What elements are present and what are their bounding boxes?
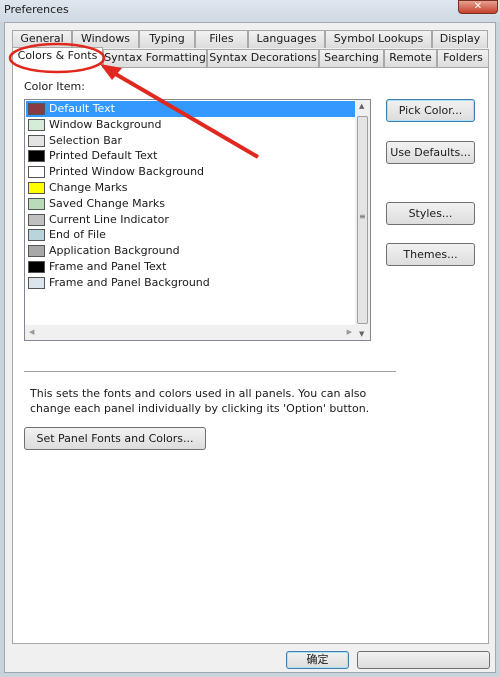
grip-icon: ≡ xyxy=(359,212,366,221)
tab-symbol-lookups[interactable]: Symbol Lookups xyxy=(325,30,432,48)
horizontal-scrollbar[interactable]: ◀ ▶ xyxy=(25,325,356,340)
list-item-label: End of File xyxy=(49,228,106,242)
list-item-label: Default Text xyxy=(49,102,115,115)
color-swatch xyxy=(28,245,45,258)
list-item-label: Change Marks xyxy=(49,181,128,194)
list-item[interactable]: Window Background xyxy=(26,117,356,133)
styles-button[interactable]: Styles... xyxy=(386,202,475,225)
tab-display[interactable]: Display xyxy=(432,30,488,48)
tab-colors-fonts[interactable]: Colors & Fonts xyxy=(12,47,103,68)
color-swatch xyxy=(28,229,45,242)
color-swatch xyxy=(28,150,45,163)
tab-searching[interactable]: Searching xyxy=(319,49,384,67)
list-item[interactable]: Saved Change Marks xyxy=(26,196,356,212)
color-swatch xyxy=(28,103,45,115)
list-item-label: Printed Window Background xyxy=(49,165,205,179)
tab-folders[interactable]: Folders xyxy=(437,49,489,67)
list-item-label: Current Line Indicator xyxy=(49,212,169,226)
list-item-label: Saved Change Marks xyxy=(49,196,165,210)
color-swatch xyxy=(28,213,45,226)
color-swatch xyxy=(28,166,45,179)
tab-languages[interactable]: Languages xyxy=(248,30,325,48)
use-defaults-button[interactable]: Use Defaults... xyxy=(386,141,475,164)
list-item[interactable]: End of File xyxy=(26,227,356,243)
tab-syntax-decorations[interactable]: Syntax Decorations xyxy=(207,49,319,67)
color-item-label: Color Item: xyxy=(24,80,85,93)
secondary-button[interactable] xyxy=(357,651,490,669)
close-icon[interactable]: ✕ xyxy=(458,0,498,14)
color-swatch xyxy=(28,276,45,289)
vertical-scrollbar[interactable]: ▲ ≡ ▼ xyxy=(355,100,370,340)
color-swatch xyxy=(28,134,45,147)
tab-windows[interactable]: Windows xyxy=(72,30,139,48)
list-item[interactable]: Printed Default Text xyxy=(26,148,356,164)
list-item[interactable]: Application Background xyxy=(26,243,356,259)
list-item[interactable]: Printed Window Background xyxy=(26,164,356,180)
list-item-label: Frame and Panel Background xyxy=(49,275,210,289)
tab-remote[interactable]: Remote xyxy=(384,49,437,67)
window-title: Preferences xyxy=(4,3,69,16)
scroll-left-icon[interactable]: ◀ xyxy=(29,328,34,336)
color-swatch xyxy=(28,261,45,273)
list-item-label: Window Background xyxy=(49,117,162,131)
tab-typing[interactable]: Typing xyxy=(139,30,195,48)
scroll-down-icon[interactable]: ▼ xyxy=(359,330,364,338)
pick-color-button[interactable]: Pick Color... xyxy=(386,99,475,122)
ok-button[interactable]: 确定 xyxy=(286,651,349,669)
list-item-label: Selection Bar xyxy=(49,133,122,147)
title-bar: Preferences ✕ xyxy=(0,0,500,22)
scroll-right-icon[interactable]: ▶ xyxy=(347,328,352,336)
tab-files[interactable]: Files xyxy=(195,30,248,48)
list-item[interactable]: Selection Bar xyxy=(26,133,356,149)
list-item-label: Application Background xyxy=(49,244,180,258)
color-item-list[interactable]: Default Text Window Background Selection B… xyxy=(24,99,371,341)
themes-button[interactable]: Themes... xyxy=(386,243,475,266)
color-swatch xyxy=(28,118,45,131)
list-item[interactable]: Default Text xyxy=(26,101,356,117)
list-item[interactable]: Frame and Panel Text xyxy=(26,259,356,275)
color-swatch xyxy=(28,197,45,210)
list-item-label: Frame and Panel Text xyxy=(49,260,167,273)
tab-syntax-formatting[interactable]: Syntax Formatting xyxy=(103,49,207,67)
list-item-label: Printed Default Text xyxy=(49,149,158,163)
divider xyxy=(24,371,396,372)
description-text: This sets the fonts and colors used in a… xyxy=(30,387,370,415)
list-item[interactable]: Frame and Panel Background xyxy=(26,275,356,291)
scroll-up-icon[interactable]: ▲ xyxy=(359,102,364,110)
set-panel-fonts-button[interactable]: Set Panel Fonts and Colors... xyxy=(24,427,206,450)
list-item[interactable]: Current Line Indicator xyxy=(26,212,356,228)
color-swatch xyxy=(28,182,45,194)
tab-general[interactable]: General xyxy=(12,30,72,48)
list-item[interactable]: Change Marks xyxy=(26,180,356,196)
